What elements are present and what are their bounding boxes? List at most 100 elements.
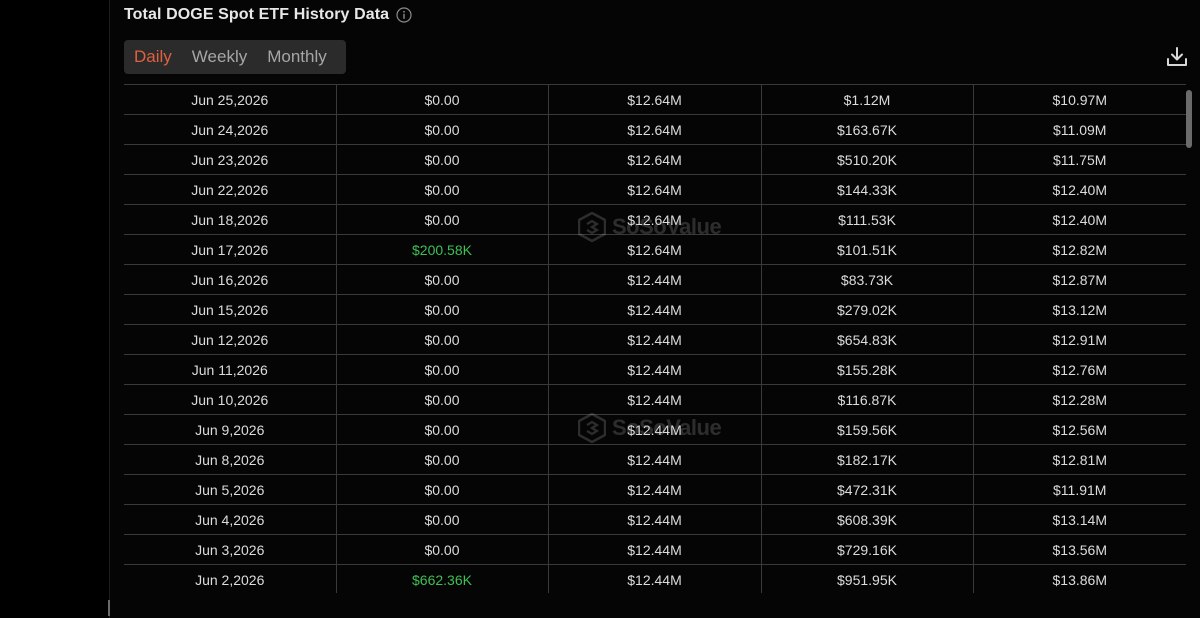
- cell-value-traded: $83.73K: [761, 264, 974, 295]
- cell-cumulative: $12.64M: [548, 174, 762, 205]
- cell-cumulative: $12.64M: [548, 234, 762, 265]
- table-row: Jun 11,2026 $0.00 $12.44M $155.28K $12.76M: [124, 354, 1186, 385]
- cell-net-assets: $11.09M: [973, 114, 1186, 145]
- table-row: Jun 2,2026 $662.36K $12.44M $951.95K $13.86M: [124, 564, 1186, 593]
- cell-cumulative: $12.64M: [548, 204, 762, 235]
- cell-value-traded: $155.28K: [761, 354, 974, 385]
- scrollbar-thumb[interactable]: [1186, 90, 1192, 148]
- tab-monthly[interactable]: Monthly: [267, 47, 327, 67]
- table-row: Jun 10,2026 $0.00 $12.44M $116.87K $12.28M: [124, 384, 1186, 415]
- cell-date: Jun 10,2026: [124, 384, 337, 415]
- cell-net-assets: $12.40M: [973, 204, 1186, 235]
- cell-net-assets: $12.76M: [973, 354, 1186, 385]
- cell-inflow: $662.36K: [336, 564, 549, 593]
- cell-cumulative: $12.44M: [548, 414, 762, 445]
- table-row: Jun 5,2026 $0.00 $12.44M $472.31K $11.91M: [124, 474, 1186, 505]
- table-row: Jun 25,2026 $0.00 $12.64M $1.12M $10.97M: [124, 85, 1186, 115]
- table-row: Jun 15,2026 $0.00 $12.44M $279.02K $13.12M: [124, 294, 1186, 325]
- table-row: Jun 9,2026 $0.00 $12.44M $159.56K $12.56M: [124, 414, 1186, 445]
- cell-cumulative: $12.44M: [548, 474, 762, 505]
- cell-cumulative: $12.44M: [548, 564, 762, 593]
- cell-cumulative: $12.64M: [548, 144, 762, 175]
- table-row: Jun 16,2026 $0.00 $12.44M $83.73K $12.87M: [124, 264, 1186, 295]
- cell-date: Jun 2,2026: [124, 564, 337, 593]
- table-row: Jun 22,2026 $0.00 $12.64M $144.33K $12.40M: [124, 174, 1186, 205]
- cell-cumulative: $12.64M: [548, 85, 762, 115]
- cell-date: Jun 8,2026: [124, 444, 337, 475]
- cell-inflow: $0.00: [336, 324, 549, 355]
- cell-inflow: $0.00: [336, 294, 549, 325]
- cell-date: Jun 17,2026: [124, 234, 337, 265]
- left-gutter: [0, 0, 109, 618]
- cell-date: Jun 3,2026: [124, 534, 337, 565]
- cell-date: Jun 9,2026: [124, 414, 337, 445]
- table-row: Jun 12,2026 $0.00 $12.44M $654.83K $12.91M: [124, 324, 1186, 355]
- cell-inflow: $0.00: [336, 354, 549, 385]
- cell-date: Jun 23,2026: [124, 144, 337, 175]
- cell-cumulative: $12.44M: [548, 354, 762, 385]
- cell-inflow: $0.00: [336, 384, 549, 415]
- cell-net-assets: $12.56M: [973, 414, 1186, 445]
- cell-cumulative: $12.44M: [548, 384, 762, 415]
- cell-inflow: $0.00: [336, 174, 549, 205]
- cell-date: Jun 5,2026: [124, 474, 337, 505]
- history-table-container: Jun 25,2026 $0.00 $12.64M $1.12M $10.97M Jun …: [124, 84, 1186, 593]
- history-table: Jun 25,2026 $0.00 $12.64M $1.12M $10.97M Jun …: [124, 85, 1186, 593]
- table-row: Jun 17,2026 $200.58K $12.64M $101.51K $12.82…: [124, 234, 1186, 265]
- cell-inflow: $0.00: [336, 144, 549, 175]
- tab-weekly[interactable]: Weekly: [192, 47, 247, 67]
- cell-net-assets: $13.56M: [973, 534, 1186, 565]
- cell-net-assets: $13.14M: [973, 504, 1186, 535]
- cell-date: Jun 24,2026: [124, 114, 337, 145]
- cell-date: Jun 18,2026: [124, 204, 337, 235]
- cell-net-assets: $10.97M: [973, 85, 1186, 115]
- table-row: Jun 23,2026 $0.00 $12.64M $510.20K $11.75M: [124, 144, 1186, 175]
- cell-value-traded: $163.67K: [761, 114, 974, 145]
- cell-net-assets: $13.86M: [973, 564, 1186, 593]
- cell-inflow: $0.00: [336, 444, 549, 475]
- cell-inflow: $0.00: [336, 114, 549, 145]
- cell-date: Jun 12,2026: [124, 324, 337, 355]
- cell-value-traded: $159.56K: [761, 414, 974, 445]
- period-tabs: Daily Weekly Monthly: [124, 40, 346, 74]
- cell-value-traded: $182.17K: [761, 444, 974, 475]
- table-row: Jun 4,2026 $0.00 $12.44M $608.39K $13.14M: [124, 504, 1186, 535]
- info-icon[interactable]: [396, 7, 412, 23]
- cell-date: Jun 22,2026: [124, 174, 337, 205]
- table-row: Jun 8,2026 $0.00 $12.44M $182.17K $12.81M: [124, 444, 1186, 475]
- tab-daily[interactable]: Daily: [134, 47, 172, 67]
- cell-value-traded: $111.53K: [761, 204, 974, 235]
- cell-value-traded: $608.39K: [761, 504, 974, 535]
- cell-value-traded: $729.16K: [761, 534, 974, 565]
- cell-value-traded: $1.12M: [761, 85, 974, 115]
- cell-cumulative: $12.44M: [548, 294, 762, 325]
- cell-net-assets: $12.82M: [973, 234, 1186, 265]
- download-icon[interactable]: [1165, 45, 1189, 69]
- cell-inflow: $0.00: [336, 204, 549, 235]
- cell-inflow: $0.00: [336, 264, 549, 295]
- title-row: Total DOGE Spot ETF History Data: [124, 4, 412, 26]
- cell-cumulative: $12.44M: [548, 264, 762, 295]
- cell-inflow: $200.58K: [336, 234, 549, 265]
- scrollbar-track[interactable]: [1186, 84, 1194, 592]
- cell-date: Jun 16,2026: [124, 264, 337, 295]
- cell-net-assets: $11.91M: [973, 474, 1186, 505]
- cell-cumulative: $12.44M: [548, 444, 762, 475]
- cell-value-traded: $116.87K: [761, 384, 974, 415]
- table-row: Jun 18,2026 $0.00 $12.64M $111.53K $12.40M: [124, 204, 1186, 235]
- cell-value-traded: $101.51K: [761, 234, 974, 265]
- cell-net-assets: $12.28M: [973, 384, 1186, 415]
- cell-net-assets: $12.81M: [973, 444, 1186, 475]
- cell-value-traded: $144.33K: [761, 174, 974, 205]
- cell-inflow: $0.00: [336, 85, 549, 115]
- cell-date: Jun 11,2026: [124, 354, 337, 385]
- cell-net-assets: $12.91M: [973, 324, 1186, 355]
- cell-net-assets: $12.40M: [973, 174, 1186, 205]
- cell-inflow: $0.00: [336, 534, 549, 565]
- table-row: Jun 24,2026 $0.00 $12.64M $163.67K $11.09M: [124, 114, 1186, 145]
- cell-cumulative: $12.44M: [548, 534, 762, 565]
- cell-inflow: $0.00: [336, 414, 549, 445]
- table-row: Jun 3,2026 $0.00 $12.44M $729.16K $13.56M: [124, 534, 1186, 565]
- cell-inflow: $0.00: [336, 474, 549, 505]
- cell-net-assets: $11.75M: [973, 144, 1186, 175]
